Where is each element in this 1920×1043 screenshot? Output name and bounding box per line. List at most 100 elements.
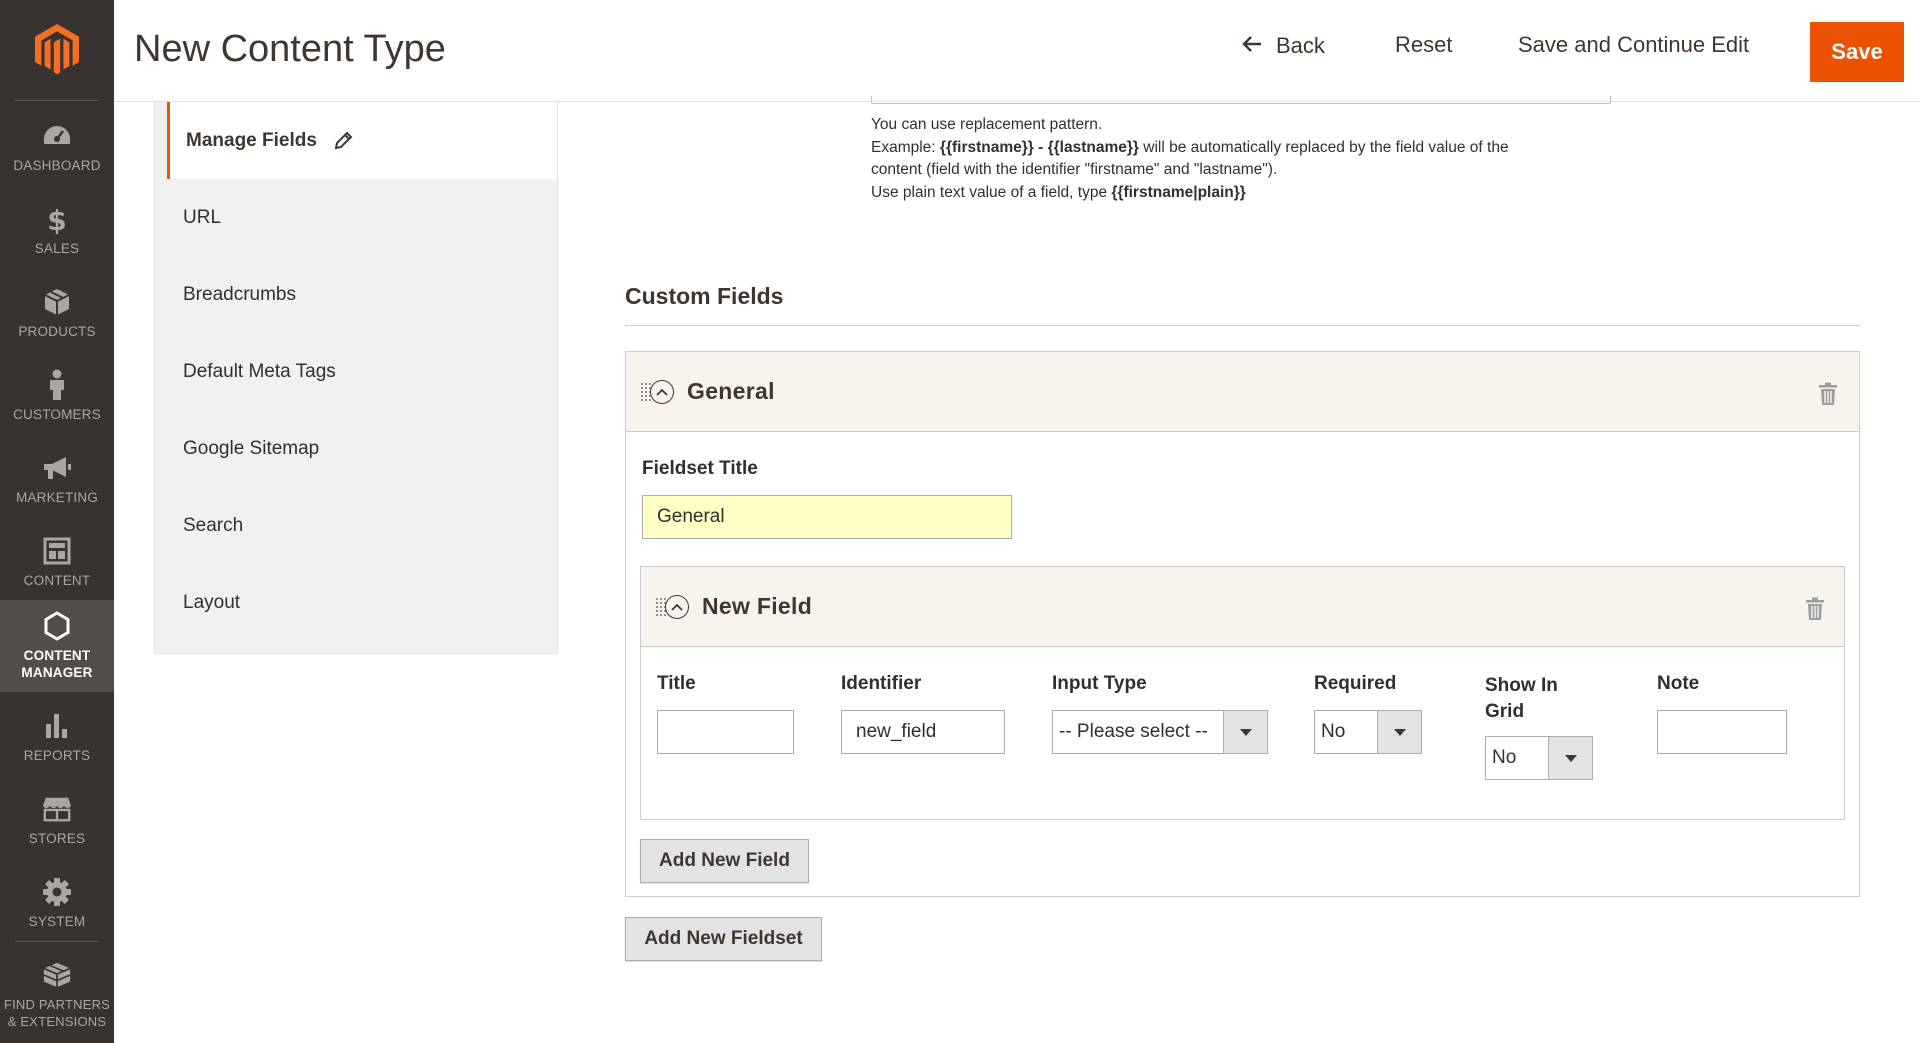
trash-icon[interactable] — [1817, 382, 1839, 406]
nav-divider — [15, 100, 99, 101]
content-type-tabs: Manage Fields URL Breadcrumbs Default Me… — [154, 102, 558, 654]
nav-item-customers[interactable]: CUSTOMERS — [0, 355, 114, 438]
admin-sidebar: DASHBOARD $ SALES PRODUCTS CUSTOMERS MAR… — [0, 0, 114, 1043]
field-note-input[interactable] — [1657, 710, 1787, 754]
save-button[interactable]: Save — [1810, 22, 1904, 82]
nav-item-dashboard[interactable]: DASHBOARD — [0, 106, 114, 189]
show-in-grid-select[interactable]: No — [1485, 736, 1593, 780]
dashboard-icon — [42, 121, 72, 151]
fieldset-header[interactable]: General — [626, 352, 1859, 432]
show-in-grid-column-label: Show In Grid — [1485, 673, 1558, 725]
nav-item-sales[interactable]: $ SALES — [0, 189, 114, 272]
nav-item-stores[interactable]: STORES — [0, 779, 114, 862]
magento-logo[interactable] — [0, 0, 114, 100]
field-title: New Field — [702, 593, 813, 619]
nav-label: CUSTOMERS — [13, 407, 101, 422]
tab-google-sitemap[interactable]: Google Sitemap — [155, 410, 557, 487]
person-icon — [42, 369, 72, 400]
note-line: content (field with the identifier "firs… — [871, 161, 1278, 178]
fieldset-general: General Fieldset Title New Field Title I… — [625, 351, 1860, 897]
collapse-icon[interactable] — [665, 595, 689, 619]
svg-text:$: $ — [47, 204, 66, 234]
megaphone-icon — [42, 453, 72, 483]
select-value: -- Please select -- — [1059, 721, 1208, 742]
arrow-left-icon — [1242, 32, 1262, 60]
chevron-down-icon — [1223, 711, 1267, 753]
save-and-continue-button[interactable]: Save and Continue Edit — [1518, 32, 1749, 58]
custom-fields-title: Custom Fields — [625, 283, 784, 309]
bar-chart-icon — [42, 711, 72, 741]
nav-item-marketing[interactable]: MARKETING — [0, 438, 114, 521]
nav-item-content-manager[interactable]: CONTENT MANAGER — [0, 600, 114, 692]
required-column-label: Required — [1314, 673, 1397, 694]
required-select[interactable]: No — [1314, 710, 1422, 754]
nav-label: SYSTEM — [28, 914, 86, 929]
tab-breadcrumbs[interactable]: Breadcrumbs — [155, 256, 557, 333]
nav-label-line: FIND PARTNERS — [3, 997, 111, 1012]
field-header[interactable]: New Field — [641, 567, 1844, 647]
nav-label: DASHBOARD — [13, 158, 101, 173]
nav-label: STORES — [28, 831, 86, 846]
note-text: Use plain text value of a field, type — [871, 183, 1112, 201]
chevron-down-icon — [1548, 737, 1592, 779]
title-column-label: Title — [657, 673, 696, 694]
reset-button[interactable]: Reset — [1395, 32, 1452, 58]
input-type-select[interactable]: -- Please select -- — [1052, 710, 1268, 754]
nav-divider — [15, 941, 99, 942]
tab-label: Breadcrumbs — [183, 283, 296, 305]
note-line: Example: {{firstname}} - {{lastname}} wi… — [871, 137, 1611, 160]
layout-icon — [42, 536, 72, 566]
nav-item-system[interactable]: SYSTEM — [0, 862, 114, 945]
tab-url[interactable]: URL — [155, 179, 557, 256]
page-title: New Content Type — [134, 28, 446, 70]
note-line: You can use replacement pattern. — [871, 116, 1103, 133]
nav-label: REPORTS — [23, 748, 91, 763]
nav-item-reports[interactable]: REPORTS — [0, 696, 114, 779]
add-new-field-button[interactable]: Add New Field — [640, 839, 809, 883]
label-line: Show In — [1485, 675, 1558, 696]
dollar-icon: $ — [42, 204, 72, 234]
tab-default-meta-tags[interactable]: Default Meta Tags — [155, 333, 557, 410]
tab-layout[interactable]: Layout — [155, 564, 557, 641]
back-button[interactable]: Back — [1242, 32, 1325, 60]
nav-label-line: MANAGER — [21, 665, 93, 680]
tab-search[interactable]: Search — [155, 487, 557, 564]
hexagon-icon — [42, 611, 72, 641]
nav-item-products[interactable]: PRODUCTS — [0, 272, 114, 355]
add-new-fieldset-button[interactable]: Add New Fieldset — [625, 917, 822, 961]
nav-label-line: & EXTENSIONS — [7, 1014, 107, 1029]
trash-icon[interactable] — [1804, 597, 1826, 621]
select-value: No — [1492, 747, 1517, 768]
identifier-column-label: Identifier — [841, 673, 922, 694]
note-text: will be automatically replaced by the fi… — [1138, 138, 1509, 156]
nav-label: MARKETING — [15, 490, 99, 505]
title-pattern-input[interactable] — [871, 96, 1611, 104]
fieldset-title-label: Fieldset Title — [642, 458, 758, 479]
input-type-column-label: Input Type — [1052, 673, 1147, 694]
nav-item-content[interactable]: CONTENT — [0, 521, 114, 604]
tab-label: Default Meta Tags — [183, 360, 336, 382]
nav-label-line: CONTENT — [23, 648, 91, 663]
tab-manage-fields[interactable]: Manage Fields — [167, 102, 557, 179]
nav-label: PRODUCTS — [18, 324, 96, 339]
note-column-label: Note — [1657, 673, 1700, 694]
blocks-icon — [42, 960, 72, 990]
tab-label: Search — [183, 514, 244, 536]
field-title-input[interactable] — [657, 710, 794, 754]
note-line: Use plain text value of a field, type {{… — [871, 182, 1611, 205]
tab-label: URL — [183, 206, 222, 228]
gear-icon — [42, 877, 72, 907]
select-value: No — [1321, 721, 1346, 742]
field-identifier-input[interactable] — [841, 710, 1005, 754]
magento-logo-icon — [35, 24, 79, 75]
tab-label: Manage Fields — [186, 129, 317, 151]
nav-item-find-partners[interactable]: FIND PARTNERS & EXTENSIONS — [0, 950, 114, 1040]
pencil-icon — [333, 131, 353, 151]
page-header: New Content Type Back Reset Save and Con… — [114, 0, 1920, 102]
collapse-icon[interactable] — [650, 380, 674, 404]
tab-label: Layout — [183, 591, 241, 613]
fieldset-title-input[interactable] — [642, 495, 1012, 539]
note-plain-pattern: {{firstname|plain}} — [1111, 183, 1246, 201]
chevron-down-icon — [1377, 711, 1421, 753]
nav-label: CONTENT — [23, 573, 91, 588]
